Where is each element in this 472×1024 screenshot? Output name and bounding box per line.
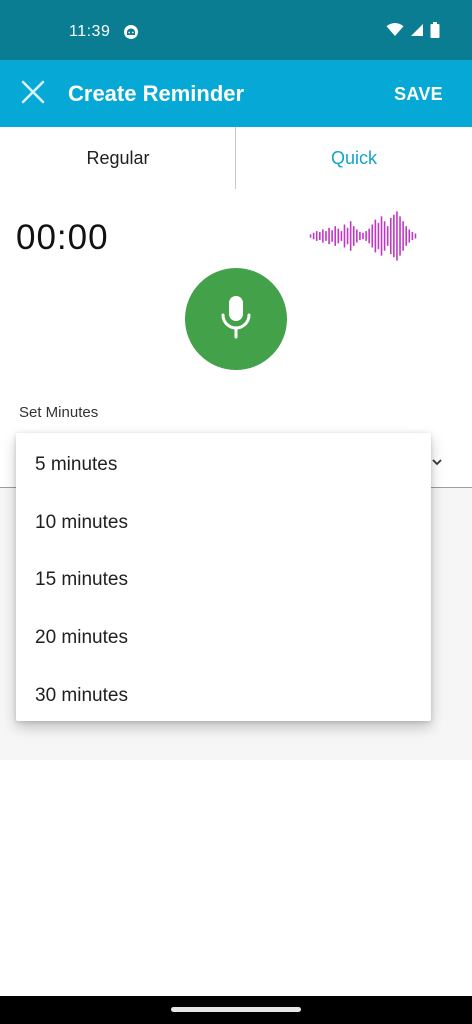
status-time: 11:39 [69,23,111,40]
record-button[interactable] [185,268,287,370]
tab-quick[interactable]: Quick [236,127,472,189]
app-bar: Create Reminder SAVE [0,60,472,127]
wifi-icon [386,22,404,42]
page-title: Create Reminder [68,81,245,106]
timer-display: 00:00 [16,218,109,257]
close-icon [21,80,45,109]
status-icons [386,21,440,43]
set-minutes-label: Set Minutes [19,404,99,421]
menu-item-label: 5 minutes [35,454,118,475]
home-gesture-handle[interactable] [171,1007,301,1012]
close-button[interactable] [16,77,50,111]
app-notification-icon [123,24,139,40]
menu-item-label: 10 minutes [35,512,128,533]
tab-divider [235,127,236,189]
menu-item-30-minutes[interactable]: 30 minutes [16,666,431,723]
chevron-down-icon[interactable] [430,455,444,469]
menu-item-15-minutes[interactable]: 15 minutes [16,550,431,607]
navigation-bar [0,996,472,1024]
menu-item-label: 20 minutes [35,627,128,648]
battery-icon [430,21,440,43]
status-bar: 11:39 [0,0,472,60]
menu-item-label: 30 minutes [35,685,128,706]
menu-item-20-minutes[interactable]: 20 minutes [16,608,431,665]
tab-regular[interactable]: Regular [0,127,236,189]
cell-signal-icon [410,23,424,42]
microphone-icon [218,295,254,344]
audio-waveform-icon [309,211,417,261]
menu-item-5-minutes[interactable]: 5 minutes [16,435,431,492]
save-button[interactable]: SAVE [394,80,443,108]
menu-item-10-minutes[interactable]: 10 minutes [16,493,431,550]
tab-bar: Regular Quick [0,127,472,189]
minutes-dropdown-menu: 5 minutes 10 minutes 15 minutes 20 minut… [16,433,431,721]
menu-item-label: 15 minutes [35,569,128,590]
